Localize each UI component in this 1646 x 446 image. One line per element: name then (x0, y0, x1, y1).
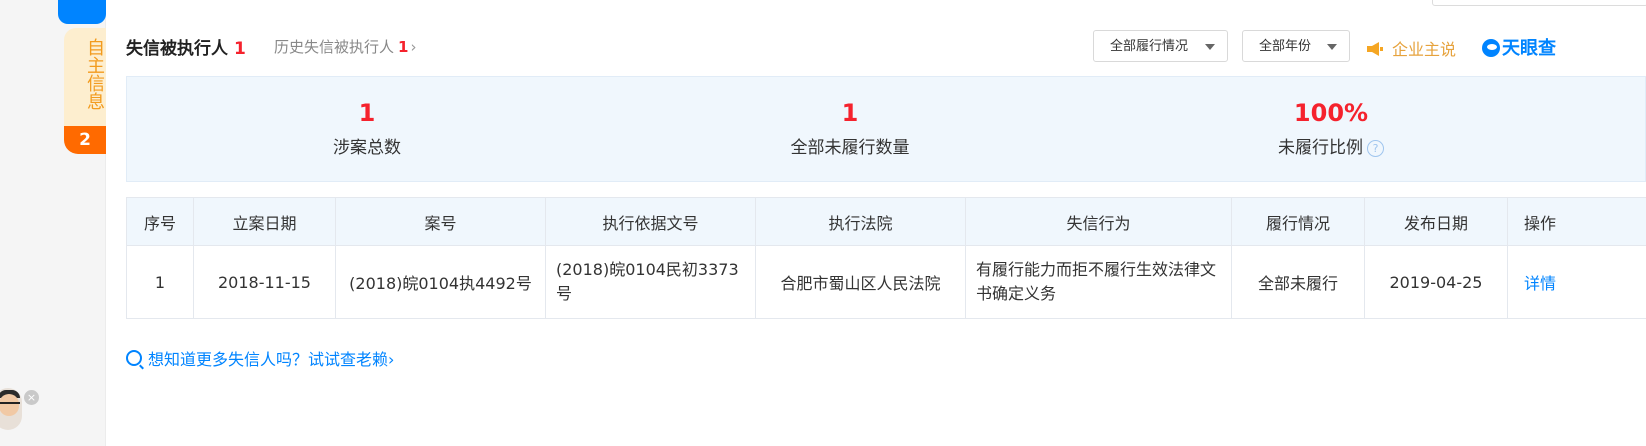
self-info-count-badge: 2 (64, 126, 106, 154)
self-info-label: 自主信息 (84, 38, 105, 110)
search-more-link[interactable]: 想知道更多失信人吗？试试查老赖› (126, 346, 394, 370)
col-header: 失信行为 (965, 197, 1232, 246)
top-input-box[interactable] (1432, 0, 1646, 6)
section-title-text: 失信被执行人 (126, 39, 228, 59)
col-header: 操作 (1507, 197, 1646, 246)
stat-total-cases: 1 涉案总数 (217, 99, 517, 158)
caret-down-icon (1327, 44, 1337, 50)
col-header: 执行依据文号 (545, 197, 756, 246)
owner-says-link[interactable]: 企业主说 (1366, 36, 1456, 60)
detail-link[interactable]: 详情 (1507, 245, 1646, 319)
owner-says-label: 企业主说 (1392, 40, 1457, 59)
stats-panel: 1 涉案总数 1 全部未履行数量 100% 未履行比例? (126, 76, 1646, 182)
stat-unfulfilled-ratio: 100% 未履行比例? (1181, 99, 1481, 158)
stat-value: 1 (358, 99, 376, 127)
cell-court: 合肥市蜀山区人民法院 (755, 245, 966, 319)
col-header: 执行法院 (755, 197, 966, 246)
cell-filing-date: 2018-11-15 (193, 245, 336, 319)
table-header-row: 序号 立案日期 案号 执行依据文号 执行法院 失信行为 履行情况 发布日期 操作 (126, 197, 1646, 246)
close-icon[interactable]: × (24, 390, 39, 405)
table-row: 1 2018-11-15 (2018)皖0104执4492号 (2018)皖01… (126, 245, 1646, 319)
stat-label: 涉案总数 (333, 138, 401, 158)
stat-label: 全部未履行数量 (790, 138, 910, 158)
cell-basis-doc: (2018)皖0104民初3373号 (545, 245, 756, 319)
filter-status-value: 全部履行情况 (1110, 39, 1189, 54)
self-info-tab[interactable]: 自主信息 (64, 28, 106, 128)
stat-value: 100% (1293, 99, 1369, 127)
avatar[interactable] (0, 388, 22, 430)
brand-logo[interactable]: 天眼查 (1482, 34, 1556, 60)
section-title: 失信被执行人 1 (126, 34, 246, 59)
history-count: 1 (398, 38, 409, 56)
section-title-count: 1 (234, 39, 246, 59)
sidebar-top-tab[interactable]: ◔ (58, 0, 106, 24)
search-icon (126, 350, 142, 366)
filter-year-dropdown[interactable]: 全部年份 (1242, 30, 1350, 62)
megaphone-icon (1367, 42, 1383, 56)
eye-logo-icon (1482, 39, 1500, 57)
stat-value: 1 (841, 99, 859, 127)
records-table: 序号 立案日期 案号 执行依据文号 执行法院 失信行为 履行情况 发布日期 操作… (126, 197, 1646, 319)
stat-label: 未履行比例 (1278, 138, 1363, 158)
cell-case-number: (2018)皖0104执4492号 (335, 245, 546, 319)
cell-behavior: 有履行能力而拒不履行生效法律文书确定义务 (965, 245, 1232, 319)
history-label: 历史失信被执行人 (274, 38, 395, 56)
col-header: 立案日期 (193, 197, 336, 246)
brand-name: 天眼查 (1502, 38, 1556, 59)
cell-status: 全部未履行 (1231, 245, 1365, 319)
filter-year-value: 全部年份 (1259, 39, 1312, 54)
cell-publish-date: 2019-04-25 (1364, 245, 1508, 319)
col-header: 序号 (126, 197, 194, 246)
col-header: 发布日期 (1364, 197, 1508, 246)
chevron-right-icon: › (410, 38, 417, 56)
caret-down-icon (1205, 44, 1215, 50)
col-header: 案号 (335, 197, 546, 246)
cell-index: 1 (126, 245, 194, 319)
help-icon[interactable]: ? (1367, 140, 1384, 157)
filter-status-dropdown[interactable]: 全部履行情况 (1093, 30, 1228, 62)
history-link[interactable]: 历史失信被执行人 1 › (274, 36, 416, 57)
col-header: 履行情况 (1231, 197, 1365, 246)
search-more-label: 想知道更多失信人吗？试试查老赖 (148, 350, 389, 369)
chevron-right-icon: › (388, 350, 395, 369)
stat-unfulfilled-count: 1 全部未履行数量 (700, 99, 1000, 158)
